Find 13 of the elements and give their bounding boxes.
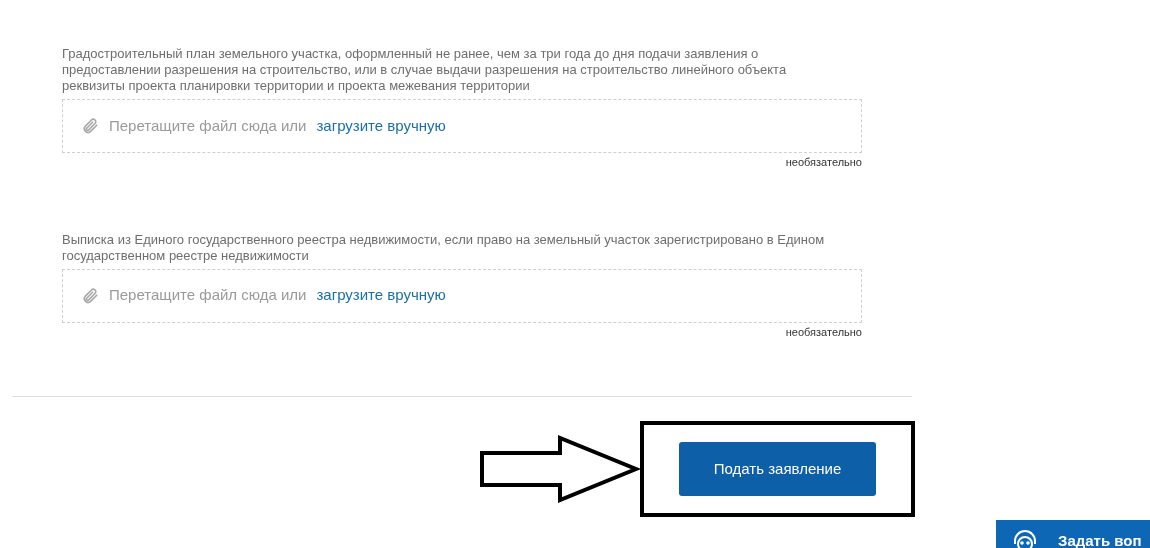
document-label: Градостроительный план земельного участка, оформленный не ранее, чем за три года до дня подачи заявления о предоставлении разрешения на строительство, или в случае выдачи разрешения на строительство линейного объекта реквизиты проекта планировки территории и проекта межевания территории [62, 46, 788, 94]
upload-link[interactable]: загрузите вручную [316, 114, 446, 138]
drop-hint: Перетащите файл сюда или [109, 115, 307, 136]
upload-link[interactable]: загрузите вручную [316, 284, 446, 307]
optional-note: необязательно [785, 155, 862, 170]
submit-button[interactable]: Подать заявление [679, 442, 876, 496]
file-drop-zone[interactable]: Перетащите файл сюда или загрузите вручную [62, 268, 862, 323]
paperclip-icon [81, 117, 99, 135]
file-drop-zone[interactable]: Перетащите файл сюда или загрузите вручную [62, 99, 862, 153]
optional-note: необязательно [785, 324, 862, 340]
drop-hint: Перетащите файл сюда или [109, 285, 307, 306]
paperclip-icon [81, 286, 99, 305]
document-label: Выписка из Единого государственного реестра недвижимости, если право на земельный участок зарегистрировано в Едином государственном реестре недвижимости [62, 231, 826, 264]
